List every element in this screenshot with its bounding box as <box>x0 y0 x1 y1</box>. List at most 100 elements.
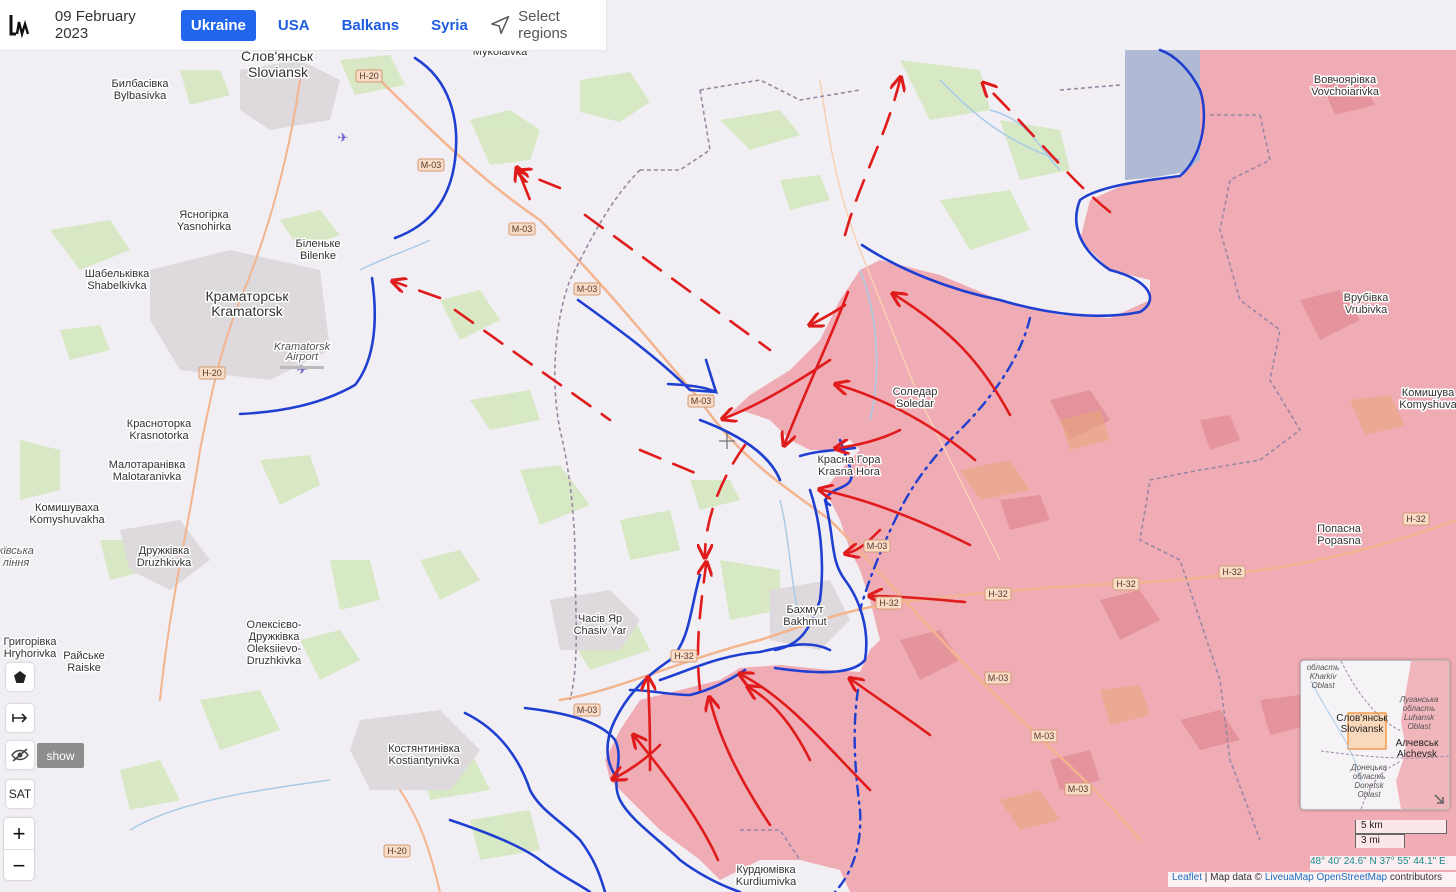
scale-mi: 3 mi <box>1355 834 1405 848</box>
svg-text:H-20: H-20 <box>202 368 222 378</box>
place-label: Bakhmut <box>783 616 826 628</box>
svg-text:M-03: M-03 <box>988 673 1009 683</box>
place-label: Часів Яр <box>578 613 622 625</box>
road-shield-m03-g: M-03 <box>984 671 1012 685</box>
place-label: Курдюмівка <box>736 864 796 876</box>
place-label: Vovchoiarivka <box>1311 86 1380 98</box>
place-label: Попасна <box>1317 523 1362 535</box>
osm-link[interactable]: OpenStreetMap <box>1317 872 1388 883</box>
zoom-in-button[interactable]: + <box>4 818 34 850</box>
zoom-control: + − <box>4 818 34 880</box>
svg-text:H-32: H-32 <box>988 589 1008 599</box>
svg-text:H-32: H-32 <box>674 651 694 661</box>
road-shield-h20-a: H-20 <box>355 69 383 83</box>
minimap-collapse-icon[interactable] <box>1433 793 1445 805</box>
svg-text:M-03: M-03 <box>421 160 442 170</box>
leaflet-link[interactable]: Leaflet <box>1172 872 1202 883</box>
svg-text:H-32: H-32 <box>879 598 899 608</box>
measure-button[interactable] <box>6 704 34 732</box>
svg-text:H-32: H-32 <box>1222 567 1242 577</box>
toggle-visibility-button[interactable] <box>6 741 34 769</box>
place-label: Vrubivka <box>1345 304 1388 316</box>
minimap[interactable]: область Kharkiv Oblast Луганська область Luh… <box>1300 660 1450 810</box>
road-shield-m03-c: M-03 <box>573 282 601 296</box>
svg-text:M-03: M-03 <box>867 541 888 551</box>
minimap-alchevsk-label: Алчевськ Alchevsk <box>1395 738 1439 760</box>
place-label: Красна Гора <box>818 454 882 466</box>
place-label: Oleksiievo- <box>247 643 302 655</box>
place-label: Kurdiumivka <box>736 876 797 888</box>
pentagon-icon <box>14 671 26 683</box>
place-label: Popasna <box>1317 535 1361 547</box>
place-label: Sloviansk <box>248 64 309 80</box>
place-label: Райське <box>63 650 105 662</box>
select-regions-label: Select regions <box>518 8 568 42</box>
liveuamap-link[interactable]: LiveuaMap <box>1265 872 1314 883</box>
zoom-out-button[interactable]: − <box>4 850 34 881</box>
runway <box>280 366 324 369</box>
place-label: Soledar <box>896 398 934 410</box>
road-shield-m03-a: M-03 <box>417 158 445 172</box>
svg-text:M-03: M-03 <box>577 284 598 294</box>
cursor-coordinates: 48° 40' 24.6" N 37° 55' 44.1" E <box>1310 856 1456 870</box>
place-label: Комишуваха <box>35 502 100 514</box>
show-button[interactable]: show <box>37 743 84 768</box>
place-label: Бахмут <box>786 604 823 616</box>
road-shield-h32-d: H-32 <box>1218 565 1246 579</box>
road-shield-h32-c: H-32 <box>1112 577 1140 591</box>
satellite-toggle-button[interactable]: SAT <box>6 780 34 808</box>
road-shield-h32-a: H-32 <box>875 596 903 610</box>
tab-syria[interactable]: Syria <box>421 10 478 41</box>
svg-text:H-32: H-32 <box>1116 579 1136 589</box>
svg-text:H-20: H-20 <box>359 71 379 81</box>
eye-slash-icon <box>11 748 29 762</box>
tab-usa[interactable]: USA <box>268 10 320 41</box>
svg-text:H-20: H-20 <box>387 846 407 856</box>
place-label: Kramatorsk <box>211 303 284 319</box>
place-label: ління <box>2 557 30 569</box>
tab-balkans[interactable]: Balkans <box>332 10 410 41</box>
date-label[interactable]: 09 February 2023 <box>55 8 165 42</box>
road-shield-m03-d: M-03 <box>687 394 715 408</box>
attribution-separator: | Map data © <box>1202 872 1265 883</box>
place-label: Krasna Hora <box>818 466 881 478</box>
measure-arrow-icon <box>12 713 28 723</box>
scale-km: 5 km <box>1355 820 1447 834</box>
place-label: Краматорськ <box>205 288 289 304</box>
place-label: Билбасівка <box>112 78 170 90</box>
navigation-arrow-icon <box>490 15 510 35</box>
tab-ukraine[interactable]: Ukraine <box>180 9 256 41</box>
place-label: Ясногірка <box>179 209 229 221</box>
svg-text:H-32: H-32 <box>1406 514 1426 524</box>
place-label: Chasiv Yar <box>574 625 627 637</box>
road-shield-m03-f: M-03 <box>573 703 601 717</box>
place-label: Krasnotorka <box>129 430 189 442</box>
place-label: Bylbasivka <box>114 90 167 102</box>
place-label: Красноторка <box>127 418 192 430</box>
place-label: Вовчоярівка <box>1314 74 1377 86</box>
place-label: Komyshuva <box>1399 399 1456 411</box>
road-shield-h32-f: H-32 <box>670 649 698 663</box>
map-canvas[interactable]: ✈ ✈ Mykolaivka Слов'янськ Sloviansk Билб… <box>0 0 1456 892</box>
place-label: Airport <box>285 351 319 363</box>
road-shield-m03-e: M-03 <box>863 539 891 553</box>
place-label: Druzhkivka <box>247 655 302 667</box>
place-label: Malotaranivka <box>113 471 182 483</box>
liveuamap-logo[interactable] <box>0 0 41 50</box>
place-label: Shabelkivka <box>87 280 147 292</box>
minimap-kharkiv-label: область Kharkiv Oblast <box>1306 663 1340 690</box>
svg-text:M-03: M-03 <box>577 705 598 715</box>
place-label: Yasnohirka <box>177 221 232 233</box>
place-label: Біленьке <box>295 238 340 250</box>
place-label: Комишува <box>1402 387 1455 399</box>
place-label: Raiske <box>67 662 101 674</box>
scale-bar: 5 km 3 mi <box>1355 820 1447 848</box>
road-shield-h32-b: H-32 <box>984 587 1012 601</box>
draw-polygon-button[interactable] <box>6 663 34 691</box>
svg-text:M-03: M-03 <box>512 224 533 234</box>
road-shield-h20-c: H-20 <box>383 844 411 858</box>
road-shield-h32-e: H-32 <box>1402 512 1430 526</box>
attribution-contributors: contributors <box>1387 872 1443 883</box>
select-regions-button[interactable]: Select regions <box>490 8 606 42</box>
road-shield-m03-h: M-03 <box>1030 729 1058 743</box>
